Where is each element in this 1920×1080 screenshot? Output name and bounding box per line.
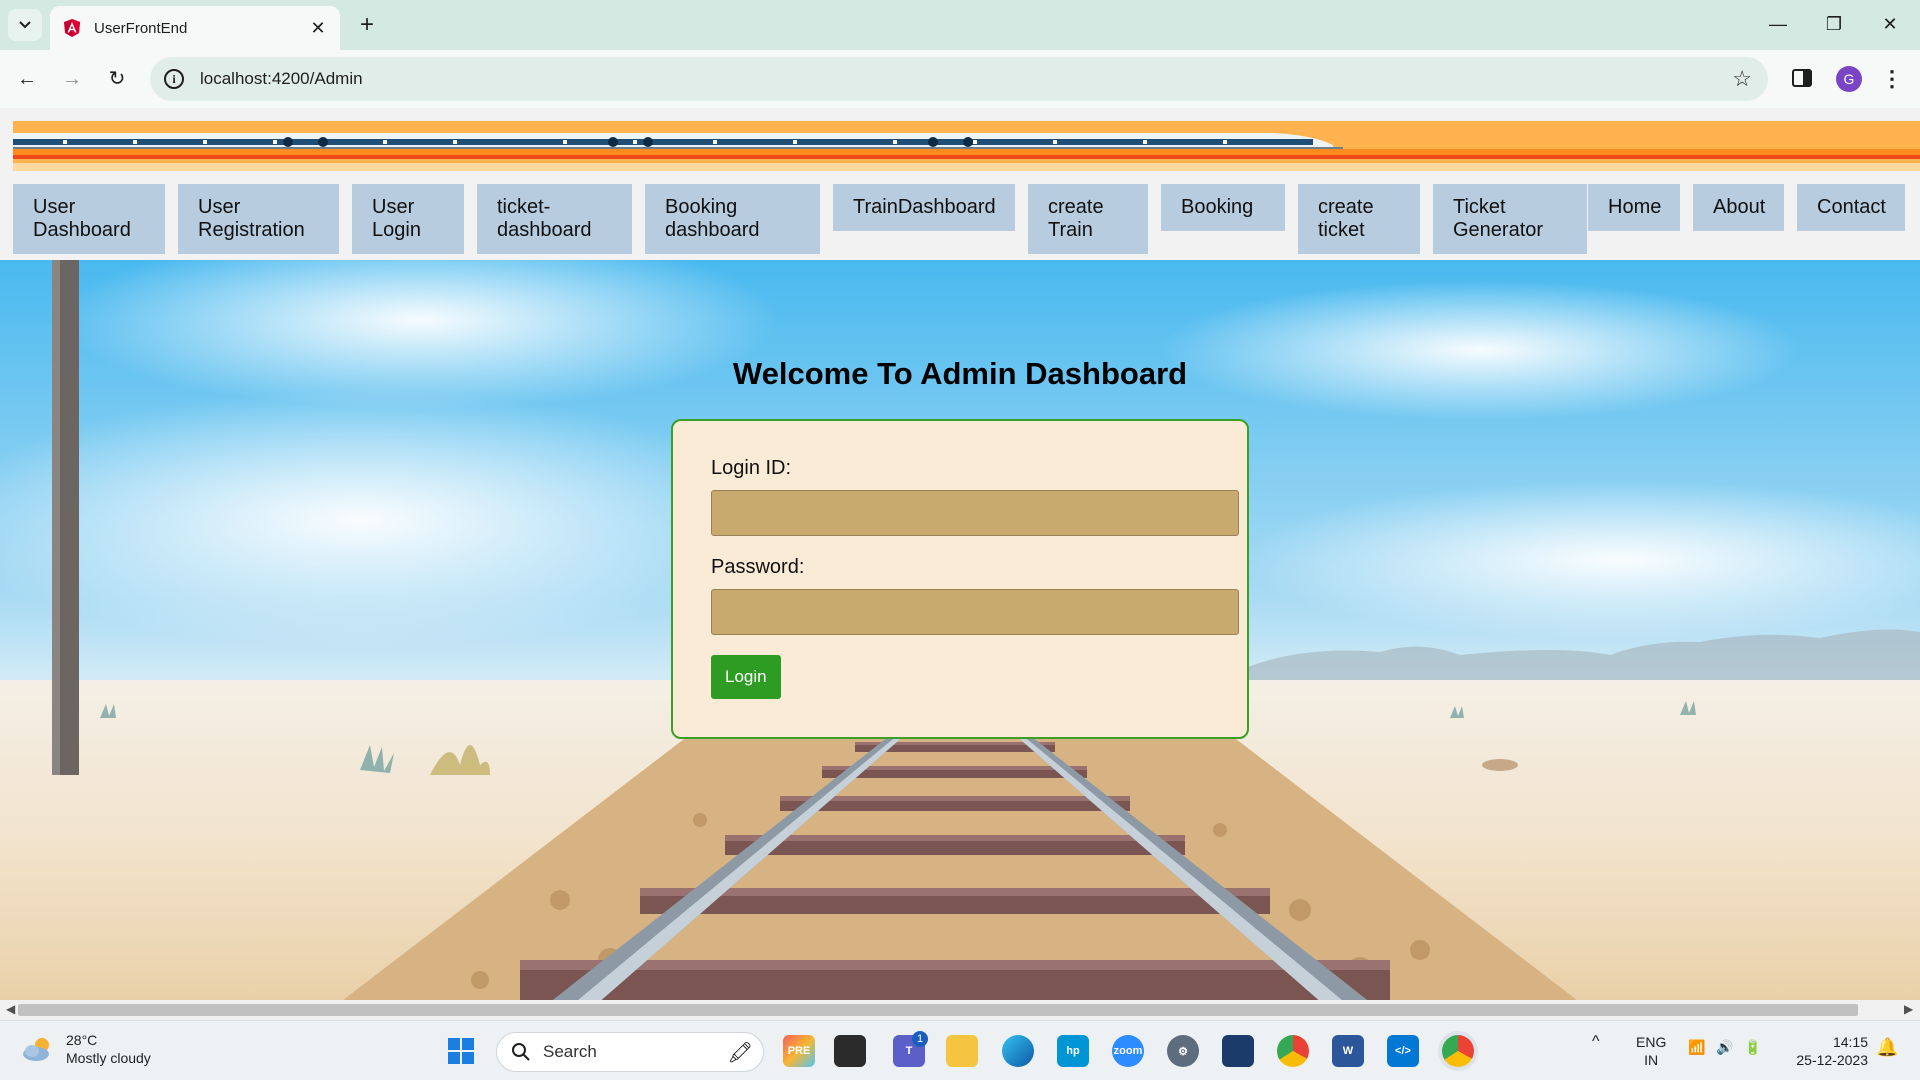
nav-booking[interactable]: Booking	[1161, 184, 1285, 231]
side-panel-icon[interactable]	[1790, 66, 1814, 90]
angular-logo-icon	[64, 19, 80, 37]
nav-label: Booking	[1181, 196, 1254, 218]
admin-login-form: Login ID: Password: Login	[671, 419, 1249, 739]
nav-home[interactable]: Home	[1588, 184, 1680, 231]
word-icon[interactable]: W	[1332, 1035, 1364, 1067]
nav-contact[interactable]: Contact	[1797, 184, 1905, 231]
restore-icon[interactable]: ❐	[1814, 8, 1854, 40]
nav-user-login[interactable]: User Login	[352, 184, 464, 254]
volume-icon[interactable]: 🔊	[1716, 1039, 1733, 1056]
login-button[interactable]: Login	[711, 655, 781, 699]
wifi-icon[interactable]: 📶	[1688, 1039, 1705, 1056]
microsoft-store-icon[interactable]	[1222, 1035, 1254, 1067]
nav-booking-dashboard[interactable]: Booking dashboard	[645, 184, 820, 254]
nav-label: Booking dashboard	[665, 196, 760, 241]
horizontal-scrollbar[interactable]: ◀ ▶	[0, 1000, 1920, 1020]
teams-badge: 1	[912, 1031, 928, 1047]
bookmark-star-icon[interactable]: ☆	[1732, 66, 1752, 92]
clock-date: 25-12-2023	[1796, 1052, 1868, 1068]
password-input[interactable]	[711, 589, 1239, 635]
nav-label: About	[1713, 196, 1766, 218]
edge-browser-icon[interactable]	[1002, 1035, 1034, 1067]
close-window-icon[interactable]: ✕	[1870, 8, 1910, 40]
chevron-down-icon	[19, 21, 31, 29]
nav-user-dashboard[interactable]: User Dashboard	[13, 184, 165, 254]
train-banner-image	[13, 121, 1920, 171]
nav-ticket-dashboard[interactable]: ticket- dashboard	[477, 184, 632, 254]
show-hidden-icons-chevron-icon[interactable]: ^	[1592, 1033, 1600, 1051]
nav-label: create Train	[1048, 196, 1104, 241]
reload-icon[interactable]: ↻	[100, 62, 134, 96]
forward-arrow-icon[interactable]: →	[55, 62, 89, 96]
battery-icon[interactable]: 🔋	[1744, 1039, 1761, 1056]
taskbar-search[interactable]: Search 🖍	[496, 1032, 764, 1072]
tab-title: UserFrontEnd	[94, 19, 188, 37]
nav-train-dashboard[interactable]: TrainDashboard	[833, 184, 1015, 231]
clock-time: 14:15	[1832, 1034, 1868, 1050]
url-text[interactable]: localhost:4200/Admin	[200, 69, 1732, 89]
language-indicator[interactable]: ENG IN	[1636, 1033, 1666, 1069]
login-id-input[interactable]	[711, 490, 1239, 536]
profile-avatar[interactable]: G	[1836, 66, 1862, 92]
zoom-icon[interactable]: zoom	[1112, 1035, 1144, 1067]
tab-search-button[interactable]	[8, 9, 42, 41]
file-explorer-icon[interactable]	[946, 1035, 978, 1067]
nav-label: Home	[1608, 196, 1662, 218]
nav-about[interactable]: About	[1693, 184, 1784, 231]
nav-create-train[interactable]: create Train	[1028, 184, 1148, 254]
system-clock[interactable]: 14:15 25-12-2023	[1788, 1033, 1868, 1069]
settings-gear-icon[interactable]: ⚙	[1167, 1035, 1199, 1067]
nav-label: User Registration	[198, 196, 305, 241]
nav-label: Contact	[1817, 196, 1886, 218]
close-tab-icon[interactable]: ✕	[308, 18, 328, 39]
scrollbar-thumb[interactable]	[18, 1004, 1858, 1016]
nav-ticket-generator[interactable]: Ticket Generator	[1433, 184, 1587, 254]
windows-taskbar: 28°C Mostly cloudy Search 🖍 PRE T 1 hp z…	[0, 1020, 1920, 1080]
minimize-icon[interactable]: —	[1758, 8, 1798, 40]
password-label: Password:	[711, 556, 805, 578]
page-title: Welcome To Admin Dashboard	[732, 356, 1188, 391]
page-viewport: User Dashboard User Registration User Lo…	[0, 108, 1920, 1010]
lang-code: ENG	[1636, 1034, 1667, 1050]
weather-widget[interactable]: 28°C Mostly cloudy	[20, 1031, 151, 1067]
nav-label: User Dashboard	[33, 196, 131, 241]
notification-bell-icon[interactable]: 🔔	[1876, 1037, 1898, 1058]
train-banner-graphic	[13, 121, 1920, 171]
nav-create-ticket[interactable]: create ticket	[1298, 184, 1420, 254]
nav-label: TrainDashboard	[853, 196, 996, 218]
weather-condition: Mostly cloudy	[66, 1050, 151, 1066]
scroll-right-icon[interactable]: ▶	[1904, 1002, 1913, 1016]
browser-tab-active[interactable]: UserFrontEnd ✕	[50, 6, 340, 50]
nav-label: User Login	[372, 196, 421, 241]
back-arrow-icon[interactable]: ←	[10, 62, 44, 96]
cloudy-weather-icon	[23, 1038, 49, 1061]
task-view-icon[interactable]	[834, 1035, 866, 1067]
nav-label: Ticket Generator	[1453, 196, 1544, 241]
search-highlight-icon: 🖍	[727, 1041, 753, 1064]
scroll-left-icon[interactable]: ◀	[6, 1002, 15, 1016]
chrome-icon[interactable]	[1277, 1035, 1309, 1067]
vscode-icon[interactable]: </>	[1387, 1035, 1419, 1067]
login-id-label: Login ID:	[711, 457, 792, 479]
region-code: IN	[1644, 1052, 1659, 1068]
site-info-icon[interactable]: i	[164, 69, 184, 89]
search-placeholder: Search	[543, 1042, 597, 1061]
search-icon	[512, 1043, 530, 1061]
chrome-profile-active-icon[interactable]	[1442, 1035, 1474, 1067]
copilot-icon[interactable]: PRE	[783, 1035, 815, 1067]
address-bar[interactable]: i localhost:4200/Admin ☆	[150, 57, 1768, 101]
myhp-icon[interactable]: hp	[1057, 1035, 1089, 1067]
weather-temperature: 28°C	[66, 1032, 98, 1048]
main-nav: User Dashboard User Registration User Lo…	[13, 176, 1920, 258]
nav-label: create ticket	[1318, 196, 1374, 241]
browser-menu-icon[interactable]: ⋮	[1880, 62, 1904, 96]
nav-user-registration[interactable]: User Registration	[178, 184, 339, 254]
windows-start-icon[interactable]	[447, 1037, 475, 1065]
nav-label: ticket- dashboard	[497, 196, 592, 241]
new-tab-button[interactable]: +	[352, 10, 382, 40]
browser-toolbar: ← → ↻ i localhost:4200/Admin ☆ G ⋮	[0, 50, 1920, 108]
browser-tab-bar: UserFrontEnd ✕ + — ❐ ✕	[0, 0, 1920, 50]
